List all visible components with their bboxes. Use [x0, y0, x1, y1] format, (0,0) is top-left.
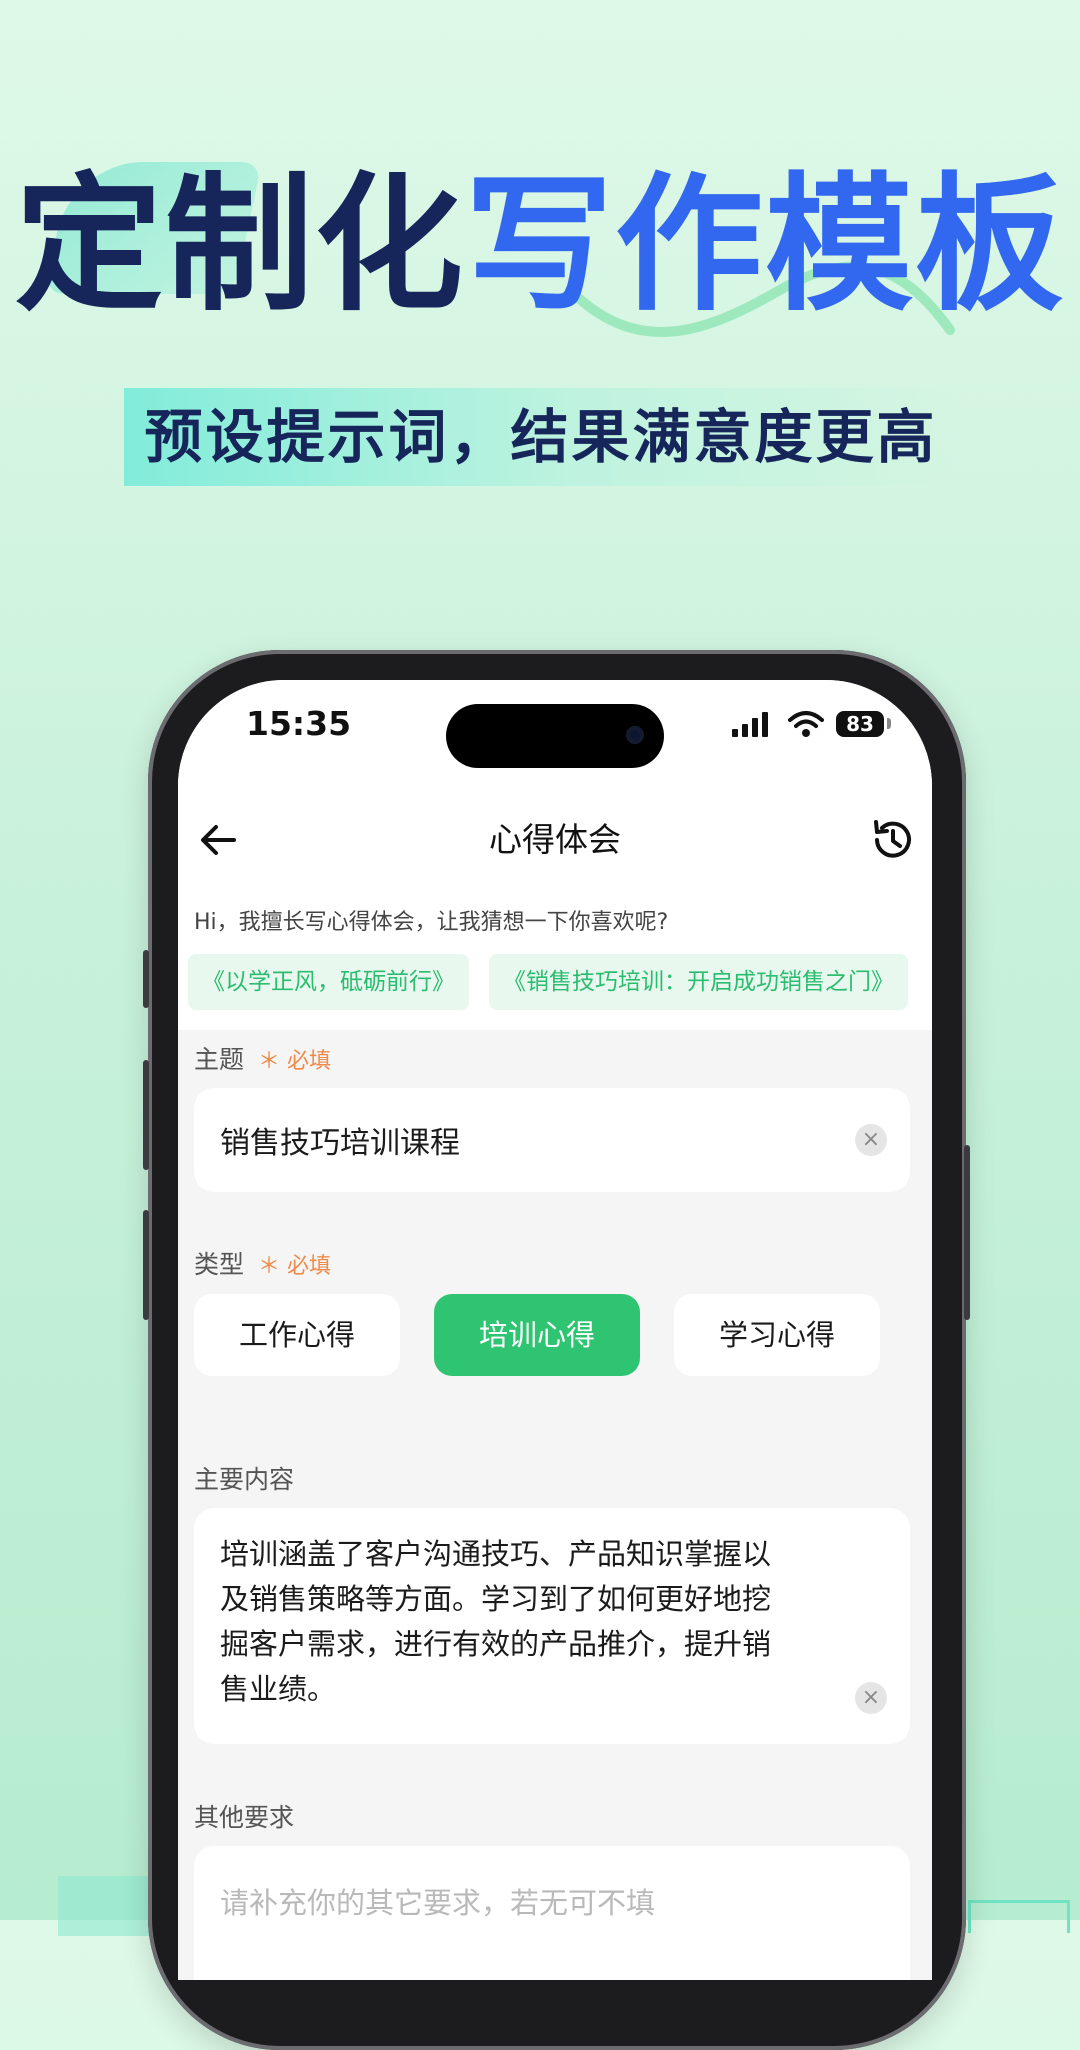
decor-frame [968, 1900, 1070, 1933]
other-requirements-input[interactable]: 请补充你的其它要求，若无可不填 [194, 1846, 910, 1980]
intro-section: Hi，我擅长写心得体会，让我猜想一下你喜欢呢? 《以学正风，砥砺前行》 《销售技… [178, 890, 932, 1030]
phone-screen: 15:35 83 心得体会 Hi，我擅长写心得体会，让我猜想一下你喜欢呢? 《以… [178, 680, 932, 1980]
content-textarea-value: 培训涵盖了客户沟通技巧、产品知识掌握以及销售策略等方面。学习到了如何更好地挖掘客… [220, 1537, 772, 1706]
battery-level: 83 [836, 711, 884, 737]
status-time: 15:35 [246, 704, 352, 743]
headline-blue: 写作模板 [465, 159, 1065, 331]
clear-icon[interactable]: × [855, 1124, 887, 1156]
dynamic-island [446, 704, 664, 768]
history-icon[interactable] [868, 816, 916, 864]
phone-volume-down-button [143, 1210, 149, 1320]
signal-icon [732, 712, 768, 737]
suggestion-chip[interactable]: 《销售技巧培训：开启成功销售之门》 [489, 954, 908, 1010]
intro-greeting: Hi，我擅长写心得体会，让我猜想一下你喜欢呢? [194, 910, 669, 935]
required-tag: ＊ 必填 [258, 1254, 332, 1279]
battery-tip [887, 718, 891, 729]
content-label: 主要内容 [194, 1465, 295, 1494]
page-title: 心得体会 [489, 820, 621, 859]
topic-input[interactable]: 销售技巧培训课程 × [194, 1088, 910, 1192]
type-option-training[interactable]: 培训心得 [434, 1294, 640, 1376]
headline-dark: 定制化 [15, 159, 465, 331]
topic-input-value: 销售技巧培训课程 [220, 1126, 460, 1161]
type-option-work[interactable]: 工作心得 [194, 1294, 400, 1376]
promo-headline: 定制化写作模板 [0, 160, 1080, 330]
type-option-study[interactable]: 学习心得 [674, 1294, 880, 1376]
topic-label-text: 主题 [194, 1045, 245, 1074]
phone-mute-button [143, 950, 149, 1008]
other-label: 其他要求 [194, 1803, 295, 1832]
nav-bar: 心得体会 [178, 790, 932, 890]
type-label: 类型 ＊ 必填 [194, 1245, 331, 1281]
camera-icon [626, 726, 644, 744]
phone-volume-up-button [143, 1060, 149, 1170]
other-requirements-placeholder: 请补充你的其它要求，若无可不填 [220, 1886, 656, 1920]
phone-power-button [964, 1145, 970, 1320]
clear-icon[interactable]: × [855, 1682, 887, 1714]
content-textarea[interactable]: 培训涵盖了客户沟通技巧、产品知识掌握以及销售策略等方面。学习到了如何更好地挖掘客… [194, 1508, 910, 1744]
topic-label: 主题 ＊ 必填 [194, 1040, 331, 1076]
type-label-text: 类型 [194, 1250, 245, 1279]
required-tag: ＊ 必填 [258, 1049, 332, 1074]
wifi-icon [788, 711, 824, 737]
suggestion-chip[interactable]: 《以学正风，砥砺前行》 [188, 954, 469, 1010]
promo-subtitle: 预设提示词，结果满意度更高 [144, 403, 938, 471]
